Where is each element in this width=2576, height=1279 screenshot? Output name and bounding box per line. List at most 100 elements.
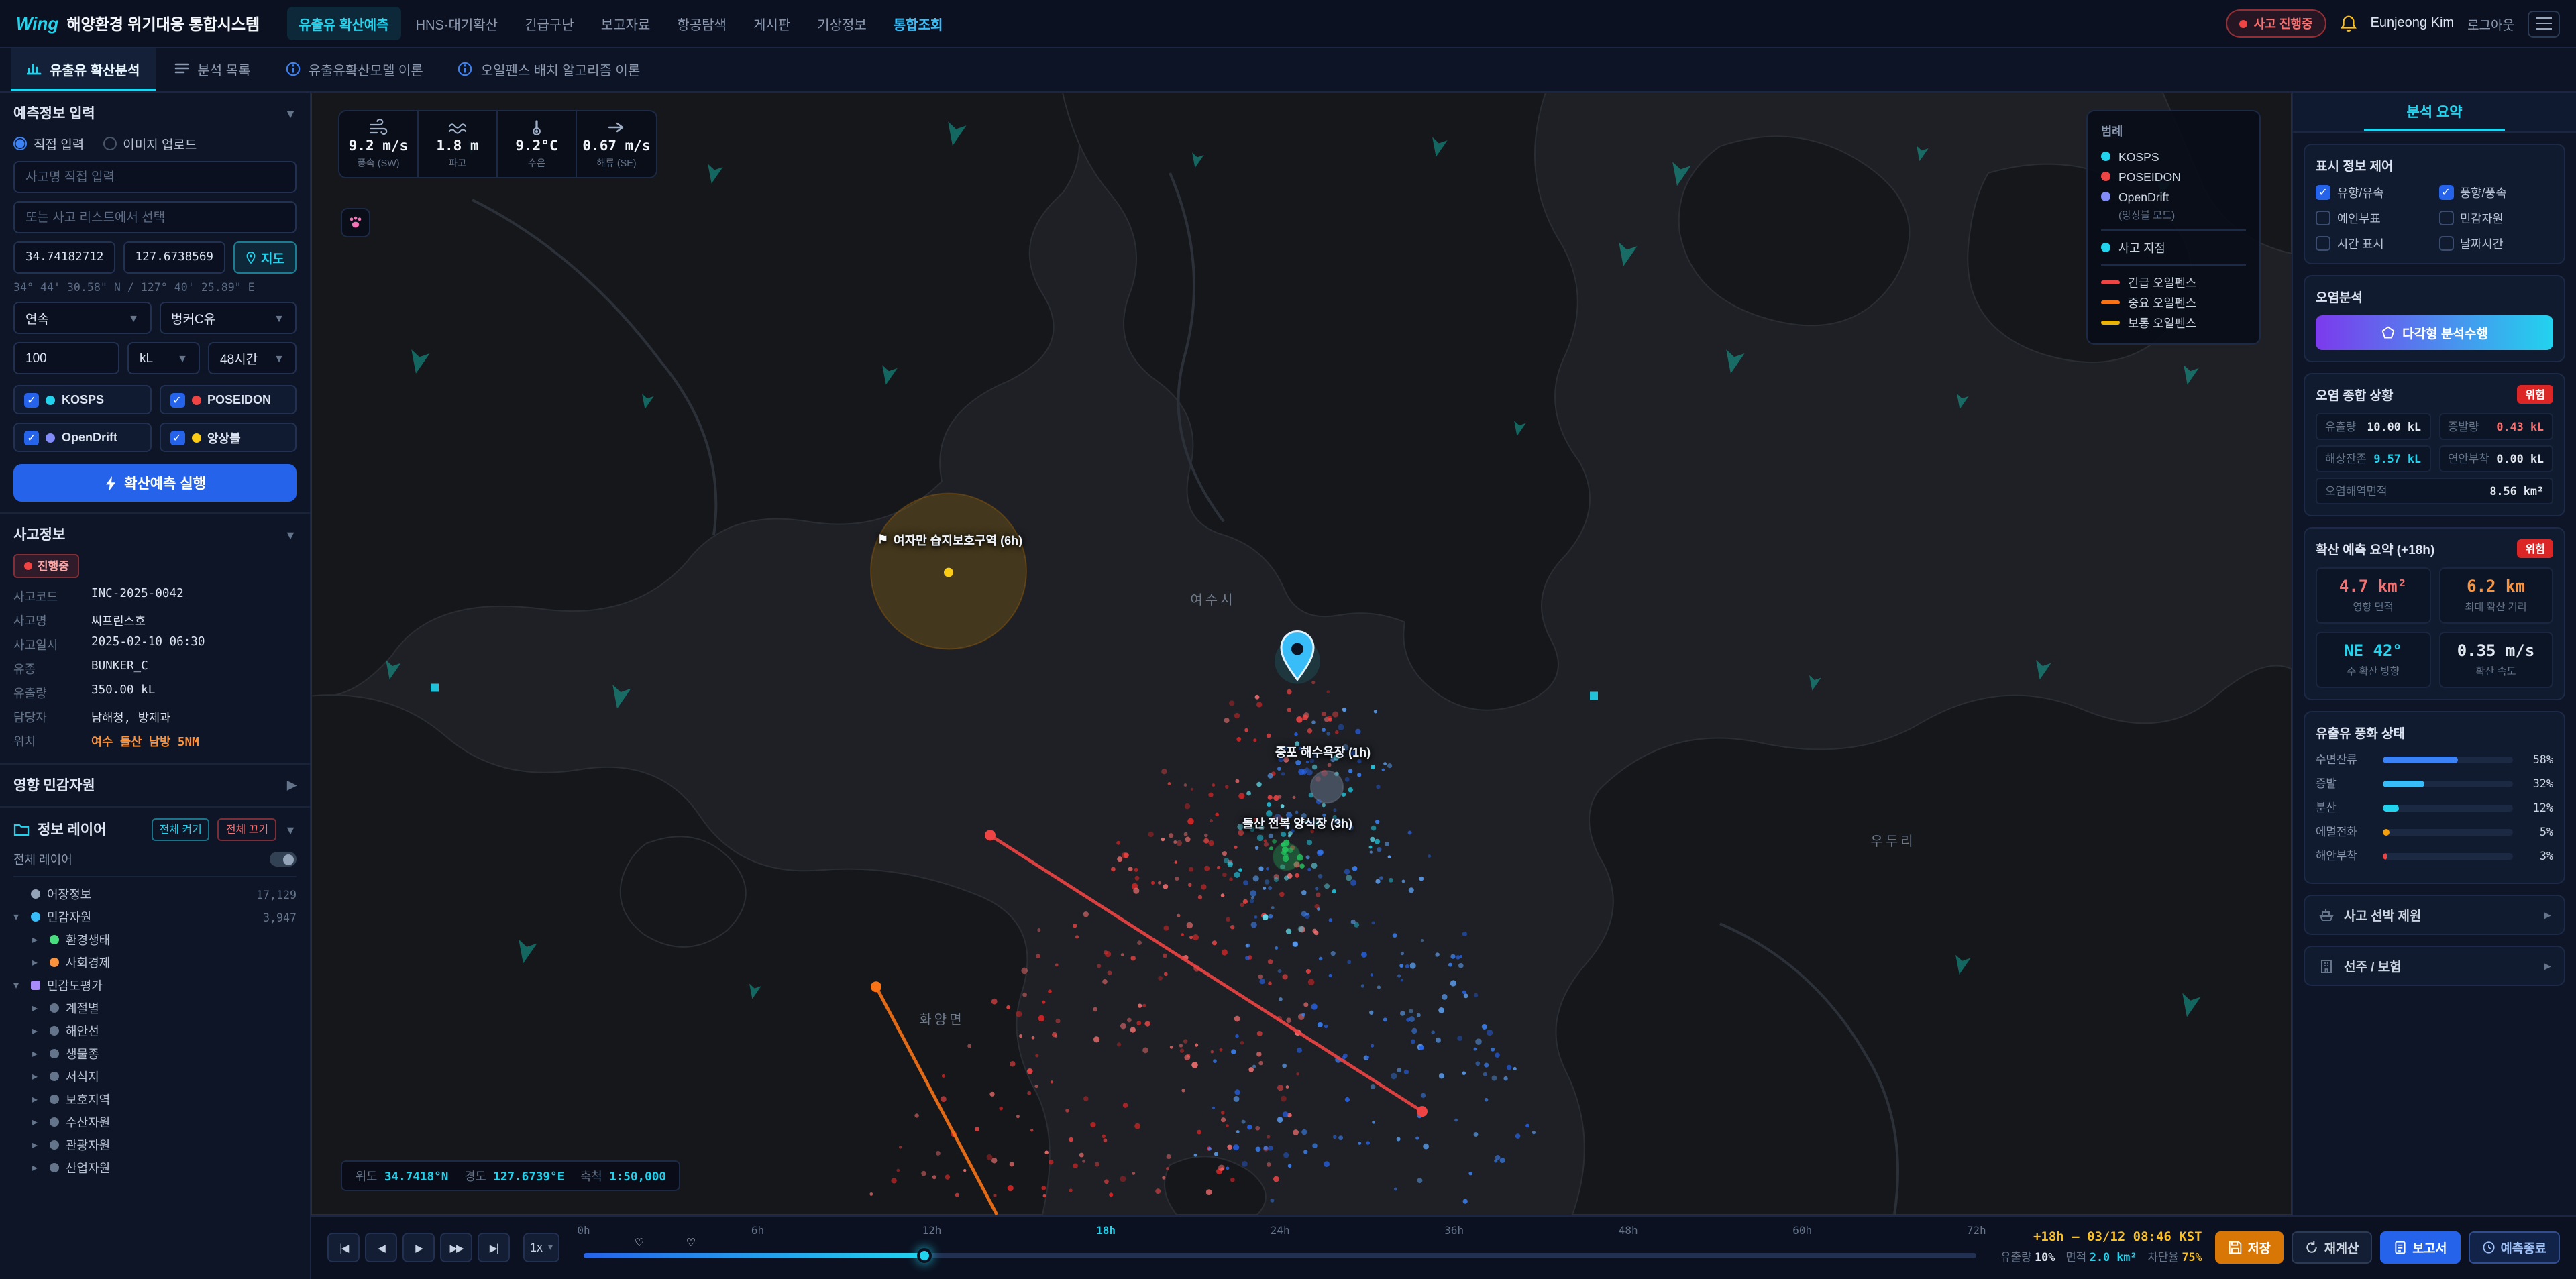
- tree-chevron-icon[interactable]: ▸: [32, 956, 43, 968]
- display-option-3[interactable]: 민감자원: [2438, 209, 2553, 227]
- oil-type-select[interactable]: 벙커C유▼: [159, 302, 297, 334]
- layer-item-11[interactable]: ▸관광자원: [13, 1133, 297, 1156]
- layer-item-4[interactable]: ▾민감도평가: [13, 974, 297, 997]
- menu-button[interactable]: [2528, 10, 2560, 37]
- buoy-marker[interactable]: [1590, 691, 1598, 700]
- logout-button[interactable]: 로그아웃: [2467, 14, 2514, 33]
- nav-item-7[interactable]: 통합조회: [881, 7, 955, 40]
- display-option-5[interactable]: 날짜시간: [2438, 235, 2553, 252]
- ship-spec-row[interactable]: 사고 선박 제원 ▸: [2304, 895, 2565, 935]
- recalculate-button[interactable]: 재계산: [2292, 1231, 2372, 1264]
- tree-chevron-icon[interactable]: ▸: [32, 1002, 43, 1014]
- assistant-paw-button[interactable]: [341, 208, 370, 237]
- nav-item-4[interactable]: 항공탐색: [665, 7, 739, 40]
- amount-input[interactable]: [13, 342, 119, 374]
- display-option-1[interactable]: ✓풍향/풍속: [2438, 184, 2553, 201]
- timeline-handle[interactable]: [918, 1248, 932, 1263]
- play-button[interactable]: ▶: [402, 1233, 435, 1262]
- tree-chevron-icon[interactable]: ▸: [32, 1116, 43, 1128]
- owner-insurance-row[interactable]: 선주 / 보험 ▸: [2304, 946, 2565, 986]
- tree-chevron-icon[interactable]: ▸: [32, 1070, 43, 1082]
- timeline-tick[interactable]: 12h: [922, 1225, 942, 1237]
- speed-selector[interactable]: 1x▾: [523, 1233, 559, 1262]
- run-prediction-button[interactable]: 확산예측 실행: [13, 464, 297, 502]
- tree-chevron-icon[interactable]: ▸: [32, 1093, 43, 1105]
- save-button[interactable]: 저장: [2216, 1231, 2284, 1264]
- nav-item-1[interactable]: HNS·대기확산: [404, 7, 511, 40]
- model-checkbox-0[interactable]: ✓KOSPS: [13, 385, 151, 414]
- fence-endpoint[interactable]: [985, 830, 996, 840]
- skip-end-button[interactable]: ▶|: [478, 1233, 510, 1262]
- collapse-chevron-icon[interactable]: ▼: [284, 528, 297, 541]
- layer-item-7[interactable]: ▸생물종: [13, 1042, 297, 1065]
- all-layers-on-button[interactable]: 전체 켜기: [151, 818, 209, 841]
- timeline-tick[interactable]: 0h: [577, 1225, 590, 1237]
- layer-item-8[interactable]: ▸서식지: [13, 1065, 297, 1088]
- tree-chevron-icon[interactable]: ▸: [32, 1025, 43, 1037]
- tree-chevron-icon[interactable]: ▸: [32, 1139, 43, 1151]
- map-canvas[interactable]: [311, 93, 2292, 1215]
- polygon-analysis-button[interactable]: 다각형 분석수행: [2316, 315, 2553, 350]
- tree-chevron-icon[interactable]: ▾: [13, 911, 24, 923]
- layer-item-6[interactable]: ▸해안선: [13, 1019, 297, 1042]
- fast-forward-button[interactable]: ▶▶: [440, 1233, 472, 1262]
- radio-direct-input[interactable]: 직접 입력: [13, 134, 84, 153]
- incident-list-input[interactable]: [13, 201, 297, 233]
- unit-select[interactable]: kL▼: [127, 342, 200, 374]
- tree-chevron-icon[interactable]: ▾: [13, 979, 24, 991]
- map-area[interactable]: 9.2 m/s풍속 (SW)1.8 m파고9.2°C수온0.67 m/s해류 (…: [311, 93, 2292, 1215]
- step-back-button[interactable]: ◀: [365, 1233, 397, 1262]
- nav-item-2[interactable]: 긴급구난: [513, 7, 586, 40]
- timeline-tick[interactable]: 60h: [1792, 1225, 1812, 1237]
- display-option-2[interactable]: 예인부표: [2316, 209, 2430, 227]
- layer-item-9[interactable]: ▸보호지역: [13, 1088, 297, 1111]
- layer-item-0[interactable]: 어장정보17,129: [13, 883, 297, 905]
- map-pick-button[interactable]: 지도: [233, 241, 297, 274]
- incident-name-input[interactable]: [13, 161, 297, 193]
- end-prediction-button[interactable]: 예측종료: [2469, 1231, 2560, 1264]
- model-checkbox-2[interactable]: ✓OpenDrift: [13, 423, 151, 452]
- fence-endpoint[interactable]: [1417, 1106, 1428, 1117]
- nav-item-6[interactable]: 기상정보: [805, 7, 879, 40]
- sensitive-resources-section[interactable]: 영향 민감자원 ▶: [0, 765, 310, 808]
- fence-endpoint[interactable]: [871, 981, 881, 992]
- timeline-tick[interactable]: 24h: [1271, 1225, 1290, 1237]
- layer-item-12[interactable]: ▸산업자원: [13, 1156, 297, 1179]
- nav-item-0[interactable]: 유출유 확산예측: [286, 7, 400, 40]
- display-option-4[interactable]: 시간 표시: [2316, 235, 2430, 252]
- timeline-tick[interactable]: 6h: [751, 1225, 764, 1237]
- farm-marker[interactable]: [1273, 843, 1300, 870]
- duration-select[interactable]: 48시간▼: [208, 342, 297, 374]
- tab-analysis-summary[interactable]: 분석 요약: [2293, 93, 2576, 133]
- beach-marker[interactable]: [1311, 771, 1343, 803]
- tab-2[interactable]: 유출유확산모델 이론: [270, 48, 439, 91]
- master-layer-toggle[interactable]: [270, 852, 297, 867]
- notification-bell-icon[interactable]: [2340, 15, 2357, 32]
- all-layers-off-button[interactable]: 전체 끄기: [218, 818, 276, 841]
- latitude-input[interactable]: [13, 241, 115, 274]
- timeline-bookmark-icon[interactable]: ♡: [635, 1237, 644, 1249]
- timeline-track-area[interactable]: 0h6h12h18h24h36h48h60h72h ♡♡: [584, 1222, 1976, 1273]
- nav-item-3[interactable]: 보고자료: [589, 7, 663, 40]
- display-option-0[interactable]: ✓유향/유속: [2316, 184, 2430, 201]
- report-button[interactable]: 보고서: [2380, 1231, 2460, 1264]
- layer-item-10[interactable]: ▸수산자원: [13, 1111, 297, 1133]
- model-checkbox-3[interactable]: ✓앙상블: [159, 423, 297, 452]
- tree-chevron-icon[interactable]: ▸: [32, 1048, 43, 1060]
- timeline-tick[interactable]: 48h: [1619, 1225, 1638, 1237]
- layer-item-1[interactable]: ▾민감자원3,947: [13, 905, 297, 928]
- nav-item-5[interactable]: 게시판: [741, 7, 802, 40]
- tab-0[interactable]: 유출유 확산분석: [11, 48, 156, 91]
- tab-3[interactable]: 오일펜스 배치 알고리즘 이론: [442, 48, 657, 91]
- collapse-chevron-icon[interactable]: ▼: [284, 107, 297, 120]
- timeline-bookmark-icon[interactable]: ♡: [686, 1237, 696, 1249]
- spill-type-select[interactable]: 연속▼: [13, 302, 151, 334]
- buoy-marker[interactable]: [431, 683, 439, 691]
- tree-chevron-icon[interactable]: ▸: [32, 1162, 43, 1174]
- collapse-chevron-icon[interactable]: ▼: [284, 823, 297, 836]
- longitude-input[interactable]: [123, 241, 225, 274]
- tab-1[interactable]: 분석 목록: [158, 48, 266, 91]
- model-checkbox-1[interactable]: ✓POSEIDON: [159, 385, 297, 414]
- layer-item-2[interactable]: ▸환경생태: [13, 928, 297, 951]
- layer-item-3[interactable]: ▸사회경제: [13, 951, 297, 974]
